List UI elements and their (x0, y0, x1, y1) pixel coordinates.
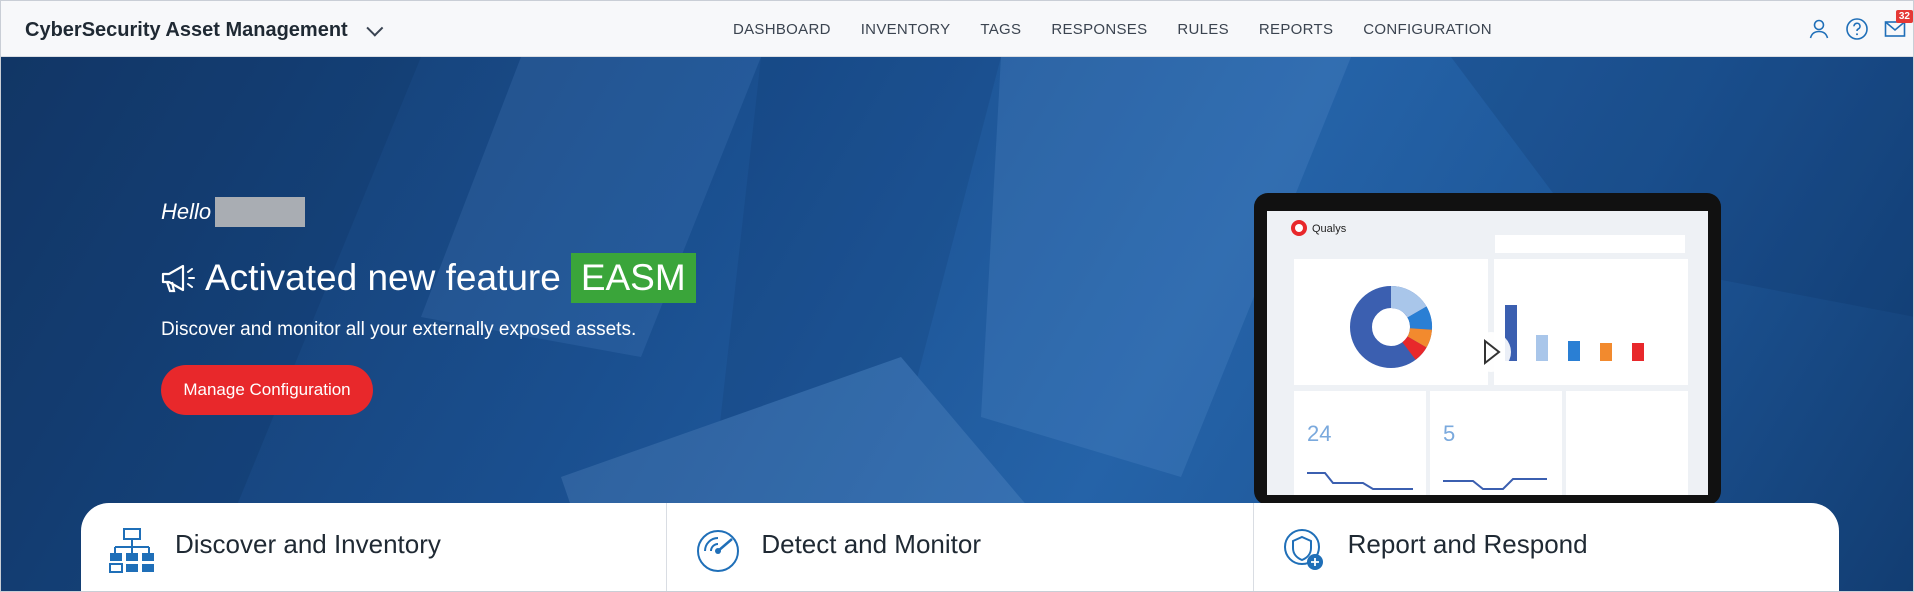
chevron-down-icon (366, 19, 384, 37)
nav-reports[interactable]: REPORTS (1244, 21, 1348, 38)
redacted-username (215, 197, 306, 227)
radar-icon (697, 530, 740, 572)
main-nav: DASHBOARD INVENTORY TAGS RESPONSES RULES… (721, 1, 1507, 57)
card-report-respond[interactable]: Report and Respond (1254, 503, 1839, 591)
nav-configuration[interactable]: CONFIGURATION (1348, 21, 1507, 38)
manage-configuration-button[interactable]: Manage Configuration (161, 365, 373, 415)
nav-responses[interactable]: RESPONSES (1036, 21, 1162, 38)
top-bar: CyberSecurity Asset Management DASHBOARD… (1, 1, 1913, 57)
qualys-brand: Qualys (1312, 223, 1347, 235)
card-title: Detect and Monitor (761, 529, 981, 559)
card-discover-inventory[interactable]: Discover and Inventory (81, 503, 668, 591)
preview-stat-2: 5 (1443, 421, 1455, 446)
notification-badge: 32 (1895, 10, 1913, 23)
feature-cards: Discover and Inventory Detect and Monito… (81, 503, 1839, 591)
shield-bug-icon (1283, 529, 1323, 570)
announcement-headline: Activated new feature EASM (159, 253, 696, 303)
easm-badge: EASM (570, 253, 696, 303)
app-title: CyberSecurity Asset Management (25, 19, 348, 41)
nav-inventory[interactable]: INVENTORY (846, 21, 966, 38)
card-title: Discover and Inventory (175, 529, 441, 559)
app-switcher[interactable]: CyberSecurity Asset Management (25, 19, 384, 42)
dashboard-preview: Qualys 24 5 (1267, 211, 1708, 495)
card-detect-monitor[interactable]: Detect and Monitor (667, 503, 1254, 591)
greeting-text: Hello (161, 199, 212, 224)
nav-dashboard[interactable]: DASHBOARD (721, 21, 846, 38)
preview-stat-1: 24 (1307, 421, 1331, 446)
user-icon[interactable] (1807, 17, 1831, 41)
megaphone-icon (161, 264, 195, 293)
notifications-icon[interactable]: 32 (1883, 10, 1913, 41)
greeting: Hello (161, 197, 306, 227)
hero-subtitle: Discover and monitor all your externally… (161, 319, 637, 340)
nav-tags[interactable]: TAGS (965, 21, 1036, 38)
nav-rules[interactable]: RULES (1162, 21, 1244, 38)
card-title: Report and Respond (1347, 529, 1588, 559)
network-hierarchy-icon (109, 528, 154, 573)
help-icon[interactable] (1845, 17, 1869, 41)
laptop-illustration: Qualys 24 5 (1197, 137, 1775, 519)
app-window: CyberSecurity Asset Management DASHBOARD… (0, 0, 1914, 592)
headline-text: Activated new feature (205, 257, 561, 298)
